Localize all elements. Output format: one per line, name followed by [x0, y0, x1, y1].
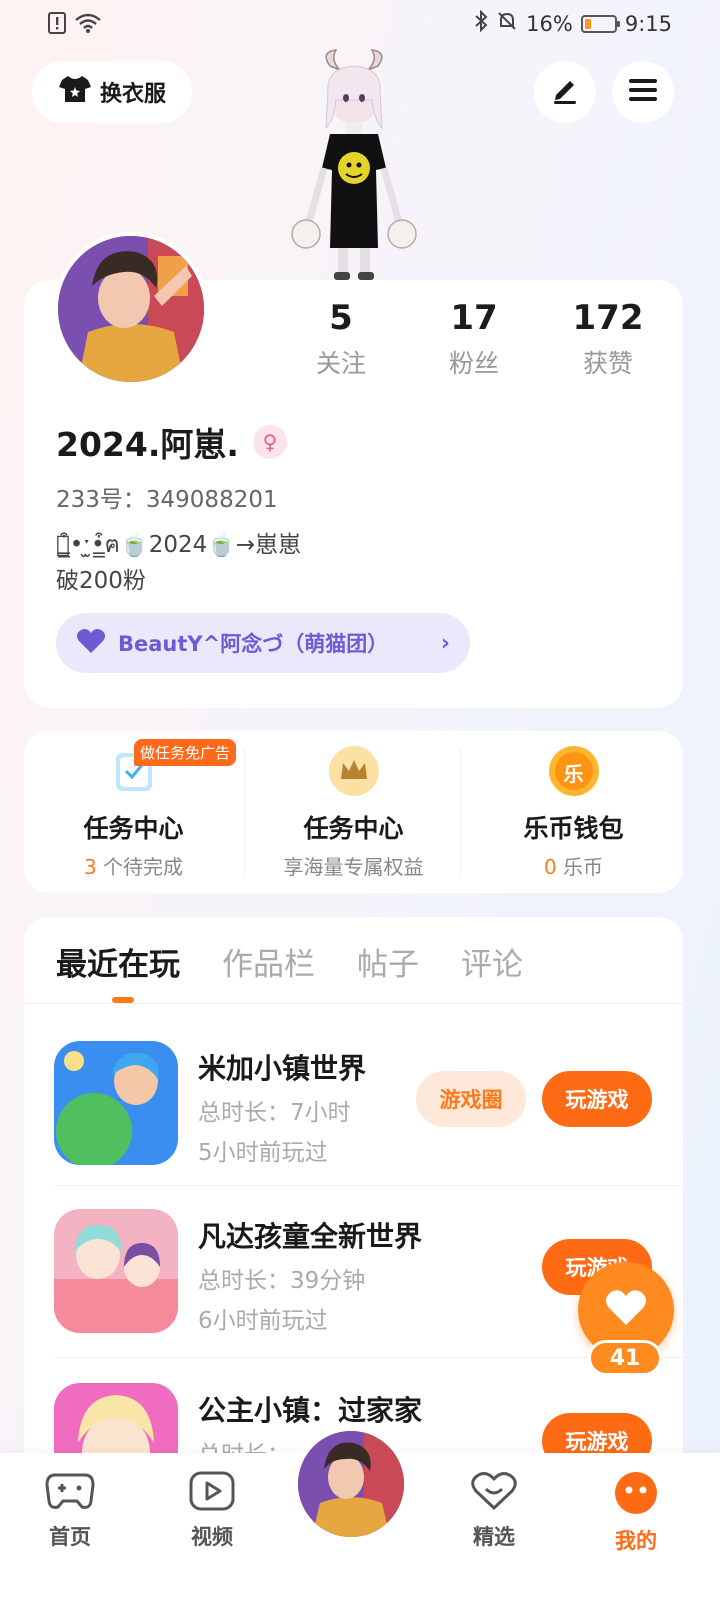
bluetooth-icon: [474, 9, 488, 37]
heart-outline-icon: [470, 1472, 518, 1515]
crown-icon: [328, 745, 380, 797]
heart-icon: [605, 1289, 647, 1331]
wifi-icon: [74, 12, 102, 38]
nav-video-label: 视频: [191, 1525, 233, 1549]
tshirt-icon: [58, 74, 92, 110]
coin-glyph: 乐: [563, 762, 584, 786]
nav-video[interactable]: 视频: [162, 1471, 262, 1551]
game-row[interactable]: 米加小镇世界 总时长：7小时 5小时前玩过 游戏圈 玩游戏: [54, 1041, 654, 1191]
alert-icon: [48, 12, 66, 38]
tab-works[interactable]: 作品栏: [222, 939, 315, 984]
nav-featured-label: 精选: [473, 1525, 515, 1549]
username-row: 2024.阿崽. ♀: [56, 418, 287, 466]
heart-icon: [76, 628, 106, 659]
tab-posts[interactable]: 帖子: [357, 939, 419, 984]
likes-stat[interactable]: 172 获赞: [553, 298, 663, 380]
bottom-nav: 首页 视频 精选 我的: [0, 1425, 720, 1600]
following-count: 5: [329, 298, 353, 338]
bio-line-2: 破200粉: [56, 568, 146, 594]
pending-label: 个待完成: [96, 855, 184, 879]
likes-label: 获赞: [582, 349, 633, 378]
coin-wallet-item[interactable]: 乐 乐币钱包 0 乐币: [464, 731, 683, 893]
smiley-icon: [614, 1472, 658, 1519]
tab-comments[interactable]: 评论: [461, 939, 523, 984]
tab-recent-played[interactable]: 最近在玩: [56, 939, 180, 984]
nav-home-label: 首页: [49, 1525, 91, 1549]
hamburger-icon: [628, 77, 658, 107]
nav-me[interactable]: 我的: [586, 1471, 686, 1555]
fan-group-name: BeautY^阿念づ（萌猫团）: [118, 632, 389, 656]
pen-icon: [550, 75, 580, 109]
coin-balance: 0: [543, 855, 557, 879]
likes-count: 172: [572, 298, 644, 338]
menu-button[interactable]: [612, 61, 674, 123]
following-stat[interactable]: 5 关注: [286, 298, 396, 380]
bio-line-1: ฅ̳͒•ˑ̫•̳͒ฅ🍵2024🍵→崽崽: [56, 532, 302, 558]
battery-icon: [580, 14, 620, 33]
gamepad-icon: [45, 1473, 95, 1515]
female-icon: ♀: [252, 425, 287, 459]
game-icon: [54, 1383, 178, 1457]
game-name: 凡达孩童全新世界: [198, 1220, 423, 1253]
status-bar: 16% 9:15: [0, 0, 720, 50]
mute-bell-icon: [496, 10, 518, 37]
avatar[interactable]: [54, 232, 208, 386]
nav-home[interactable]: 首页: [20, 1471, 120, 1551]
coin-unit: 乐币: [556, 855, 604, 879]
change-outfit-label: 换衣服: [99, 82, 166, 107]
game-circle-button[interactable]: 游戏圈: [416, 1071, 526, 1127]
play-game-button[interactable]: 玩游戏: [542, 1413, 652, 1457]
nav-me-label: 我的: [615, 1529, 657, 1553]
followers-stat[interactable]: 17 粉丝: [419, 298, 529, 380]
game-last-played: 6小时前玩过: [198, 1308, 328, 1334]
game-icon: [54, 1209, 178, 1333]
following-label: 关注: [315, 349, 366, 378]
game-last-played: 5小时前玩过: [198, 1140, 328, 1166]
nav-avatar-center[interactable]: [292, 1425, 410, 1543]
followers-count: 17: [450, 298, 498, 338]
chevron-right-icon: ›: [440, 630, 450, 656]
fan-group-pill[interactable]: BeautY^阿念づ（萌猫团） ›: [56, 613, 470, 673]
bio: ฅ̳͒•ˑ̫•̳͒ฅ🍵2024🍵→崽崽 破200粉: [56, 527, 301, 599]
game-row[interactable]: 凡达孩童全新世界 总时长：39分钟 6小时前玩过 玩游戏: [54, 1209, 654, 1359]
member-center-subtitle: 享海量专属权益: [283, 855, 424, 879]
member-center-title: 任务中心: [303, 814, 404, 843]
member-center-item[interactable]: 任务中心 享海量专属权益: [244, 731, 463, 893]
battery-percent: 16%: [526, 11, 573, 36]
user-id[interactable]: 233号：349088201: [56, 480, 278, 514]
like-count-badge: 41: [588, 1340, 662, 1376]
game-duration: 总时长：7小时: [198, 1100, 351, 1126]
edit-profile-button[interactable]: [534, 61, 596, 123]
game-icon: [54, 1041, 178, 1165]
tab-bar: 最近在玩 作品栏 帖子 评论: [56, 939, 523, 984]
task-card: 任务中心 3 个待完成 任务中心 享海量专属权益 乐 乐币钱包 0 乐币: [24, 731, 683, 893]
task-center-title: 任务中心: [83, 814, 184, 843]
change-outfit-button[interactable]: 换衣服: [32, 61, 192, 123]
content-card: 最近在玩 作品栏 帖子 评论 米加小镇世界 总时长：7小时 5小时前玩过 游戏圈…: [24, 917, 683, 1457]
dressed-avatar-character[interactable]: [286, 48, 422, 283]
game-name: 公主小镇：过家家: [198, 1394, 423, 1427]
username: 2024.阿崽.: [56, 425, 239, 464]
game-duration: 总时长：39分钟: [198, 1268, 366, 1294]
pending-count: 3: [83, 855, 97, 879]
game-name: 米加小镇世界: [198, 1052, 367, 1085]
ad-free-tag: 做任务免广告: [134, 739, 237, 766]
nav-featured[interactable]: 精选: [444, 1471, 544, 1551]
video-play-icon: [189, 1471, 235, 1515]
play-game-button[interactable]: 玩游戏: [542, 1071, 652, 1127]
avatar: [298, 1431, 404, 1537]
coin-wallet-title: 乐币钱包: [523, 814, 624, 843]
followers-label: 粉丝: [448, 349, 499, 378]
clock: 9:15: [624, 11, 672, 36]
